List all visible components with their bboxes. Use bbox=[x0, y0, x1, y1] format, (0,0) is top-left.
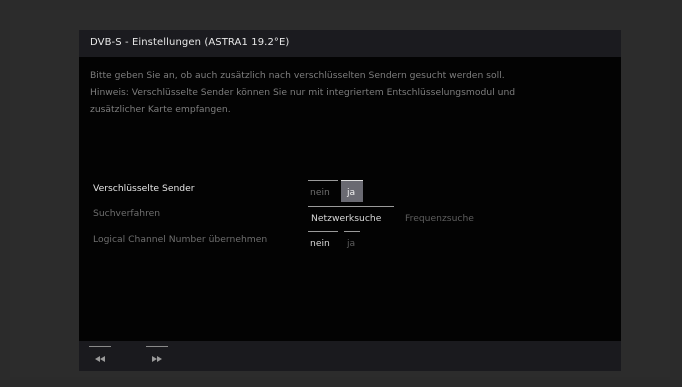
description-line-3: zusätzlicher Karte empfangen. bbox=[90, 104, 231, 115]
option-underline-selected bbox=[341, 180, 363, 181]
description-text: Bitte geben Sie an, ob auch zusätzlich n… bbox=[90, 67, 615, 118]
option-encrypted-ja[interactable]: ja bbox=[347, 187, 355, 198]
header-bar: DVB-S - Einstellungen (ASTRA1 19.2°E) bbox=[79, 30, 621, 57]
settings-screen: DVB-S - Einstellungen (ASTRA1 19.2°E) Bi… bbox=[79, 30, 621, 371]
option-underline bbox=[308, 206, 394, 207]
description-line-2: Hinweis: Verschlüsselte Sender können Si… bbox=[90, 87, 516, 98]
option-lcn-ja[interactable]: ja bbox=[347, 238, 355, 249]
option-underline bbox=[308, 231, 338, 232]
page-title: DVB-S - Einstellungen (ASTRA1 19.2°E) bbox=[90, 37, 290, 48]
option-lcn-nein[interactable]: nein bbox=[310, 238, 330, 249]
option-underline bbox=[344, 231, 360, 232]
setting-label-search-method: Suchverfahren bbox=[93, 208, 161, 219]
rewind-icon bbox=[95, 356, 105, 362]
option-frequency-search[interactable]: Frequenzsuche bbox=[405, 213, 474, 224]
footer-bar bbox=[79, 341, 621, 371]
setting-label-lcn: Logical Channel Number übernehmen bbox=[93, 234, 268, 245]
button-underline bbox=[89, 346, 111, 347]
setting-label-encrypted-channels: Verschlüsselte Sender bbox=[93, 183, 195, 194]
option-encrypted-nein[interactable]: nein bbox=[310, 187, 330, 198]
option-underline bbox=[308, 180, 338, 181]
description-line-1: Bitte geben Sie an, ob auch zusätzlich n… bbox=[90, 70, 505, 81]
button-underline bbox=[146, 346, 168, 347]
fast-forward-icon bbox=[152, 356, 162, 362]
option-network-search[interactable]: Netzwerksuche bbox=[311, 213, 381, 224]
